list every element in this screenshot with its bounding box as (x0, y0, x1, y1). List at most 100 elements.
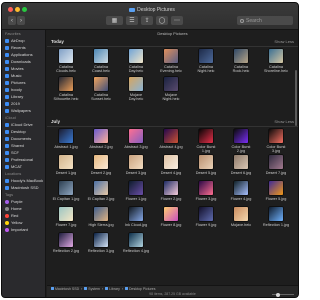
file-name[interactable]: Ink Cloud.jpg (123, 223, 150, 227)
sidebar-item-favorite-0[interactable]: AirDrop (5, 38, 25, 44)
file-name[interactable]: Flower 8.jpg (158, 223, 185, 227)
file-name[interactable]: Desert 6.jpg (228, 171, 255, 175)
file-thumbnail[interactable] (129, 49, 143, 63)
sidebar-item-favorite-9[interactable]: 2019 (5, 101, 20, 107)
file-thumbnail[interactable] (269, 181, 283, 195)
minimize-window-button[interactable] (15, 7, 20, 12)
file-thumbnail[interactable] (59, 49, 73, 63)
sidebar-item-favorite-7[interactable]: hoody (5, 87, 22, 93)
file-name[interactable]: Flower 7.jpg (53, 223, 80, 227)
file-thumbnail[interactable] (199, 181, 213, 195)
file-name[interactable]: Flower 4.jpg (228, 197, 255, 201)
sidebar-item-favorite-4[interactable]: Movies (5, 66, 24, 72)
file-name[interactable]: Flower 9.jpg (193, 223, 220, 227)
file-thumbnail[interactable] (234, 49, 248, 63)
file-thumbnail[interactable] (59, 155, 73, 169)
file-thumbnail[interactable] (129, 129, 143, 143)
sidebar-item-favorite-6[interactable]: Pictures (5, 80, 25, 86)
file-name[interactable]: Flower 1.jpg (123, 197, 150, 201)
file-name[interactable]: Desert 1.jpg (53, 171, 80, 175)
file-name[interactable]: El Capitan 1.jpg (53, 197, 80, 201)
file-name[interactable]: Color Burst 1.jpg (193, 145, 220, 154)
sidebar-item-icloud-1[interactable]: Desktop (5, 129, 26, 135)
sidebar-item-icloud-0[interactable]: iCloud Drive (5, 122, 33, 128)
file-thumbnail[interactable] (94, 129, 108, 143)
file-name[interactable]: Desert 5.jpg (193, 171, 220, 175)
file-name[interactable]: High Sierra.jpg (88, 223, 115, 227)
file-thumbnail[interactable] (94, 155, 108, 169)
file-thumbnail[interactable] (269, 49, 283, 63)
file-name[interactable]: Abstract 4.jpg (158, 145, 185, 149)
path-item[interactable]: System (84, 287, 100, 291)
sidebar-item-tag-2[interactable]: Red (5, 213, 18, 219)
file-thumbnail[interactable] (129, 233, 143, 247)
sidebar-item-icloud-2[interactable]: Documents (5, 136, 31, 142)
zoom-window-button[interactable] (22, 7, 27, 12)
file-thumbnail[interactable] (94, 49, 108, 63)
path-item[interactable]: Library (105, 287, 120, 291)
file-thumbnail[interactable] (59, 233, 73, 247)
file-thumbnail[interactable] (94, 207, 108, 221)
file-name[interactable]: Flower 3.jpg (193, 197, 220, 201)
sidebar-item-favorite-10[interactable]: Wallpapers (5, 108, 31, 114)
file-name[interactable]: Color Burst 2.jpg (228, 145, 255, 154)
sidebar-item-favorite-1[interactable]: Recents (5, 45, 26, 51)
file-thumbnail[interactable] (129, 181, 143, 195)
july-section-header-show-less[interactable]: Show Less (274, 120, 294, 124)
file-thumbnail[interactable] (59, 129, 73, 143)
vertical-scrollbar[interactable] (295, 70, 297, 126)
sidebar-item-icloud-4[interactable]: SCF (5, 150, 19, 156)
file-thumbnail[interactable] (94, 181, 108, 195)
file-thumbnail[interactable] (234, 181, 248, 195)
file-thumbnail[interactable] (199, 207, 213, 221)
file-name[interactable]: Catalina Coast.heic (88, 65, 115, 74)
sidebar-item-tag-4[interactable]: Important (5, 227, 28, 233)
file-thumbnail[interactable] (234, 155, 248, 169)
file-thumbnail[interactable] (234, 129, 248, 143)
today-section-header-show-less[interactable]: Show Less (274, 40, 294, 44)
file-thumbnail[interactable] (269, 207, 283, 221)
group-button[interactable]: ☰ (126, 16, 138, 25)
file-thumbnail[interactable] (164, 129, 178, 143)
file-thumbnail[interactable] (164, 207, 178, 221)
file-name[interactable]: Catalina Night.heic (193, 65, 220, 74)
share-button[interactable]: ⇪ (141, 16, 153, 25)
file-name[interactable]: Color Burst 3.jpg (263, 145, 290, 154)
file-name[interactable]: Abstract 3.jpg (123, 145, 150, 149)
file-name[interactable]: Abstract 2.jpg (88, 145, 115, 149)
file-name[interactable]: Mojave Night.heic (158, 93, 185, 102)
file-thumbnail[interactable] (164, 181, 178, 195)
sidebar-item-tag-3[interactable]: Yellow (5, 220, 22, 226)
back-button[interactable]: ‹ (8, 16, 16, 25)
file-thumbnail[interactable] (129, 77, 143, 91)
file-name[interactable]: Reflection 4.jpg (123, 249, 150, 253)
file-name[interactable]: Catalina Sunset.heic (88, 93, 115, 102)
icon-size-slider-knob[interactable] (276, 293, 280, 297)
file-name[interactable]: Reflection 3.jpg (88, 249, 115, 253)
sidebar-item-icloud-6[interactable]: MCAT (5, 164, 22, 170)
file-name[interactable]: Catalina Rock.heic (228, 65, 255, 74)
sidebar-item-icloud-5[interactable]: Professional (5, 157, 33, 163)
view-mode-button[interactable]: ▦ (106, 16, 123, 25)
sidebar-item-favorite-3[interactable]: Downloads (5, 59, 31, 65)
file-name[interactable]: Desert 4.jpg (158, 171, 185, 175)
file-thumbnail[interactable] (59, 207, 73, 221)
file-name[interactable]: Catalina Silhouette.heic (53, 93, 80, 102)
file-name[interactable]: Catalina Evening.heic (158, 65, 185, 74)
sidebar-item-location-1[interactable]: Macintosh SSD (5, 185, 39, 191)
file-thumbnail[interactable] (164, 77, 178, 91)
sidebar-item-favorite-8[interactable]: Library (5, 94, 23, 100)
sidebar-item-tag-1[interactable]: Home (5, 206, 22, 212)
file-thumbnail[interactable] (199, 155, 213, 169)
file-thumbnail[interactable] (129, 155, 143, 169)
sidebar-item-favorite-5[interactable]: Music (5, 73, 21, 79)
action-button[interactable]: ⋯ (171, 16, 183, 25)
path-item[interactable]: Desktop Pictures (125, 287, 155, 291)
file-name[interactable]: Abstract 1.jpg (53, 145, 80, 149)
sidebar-item-tag-0[interactable]: Purple (5, 199, 23, 205)
search-field[interactable]: Search (237, 16, 293, 25)
file-thumbnail[interactable] (199, 129, 213, 143)
file-name[interactable]: Flower 5.jpg (263, 197, 290, 201)
sidebar-item-icloud-3[interactable]: Shared (5, 143, 24, 149)
file-name[interactable]: Catalina Day.heic (123, 65, 150, 74)
